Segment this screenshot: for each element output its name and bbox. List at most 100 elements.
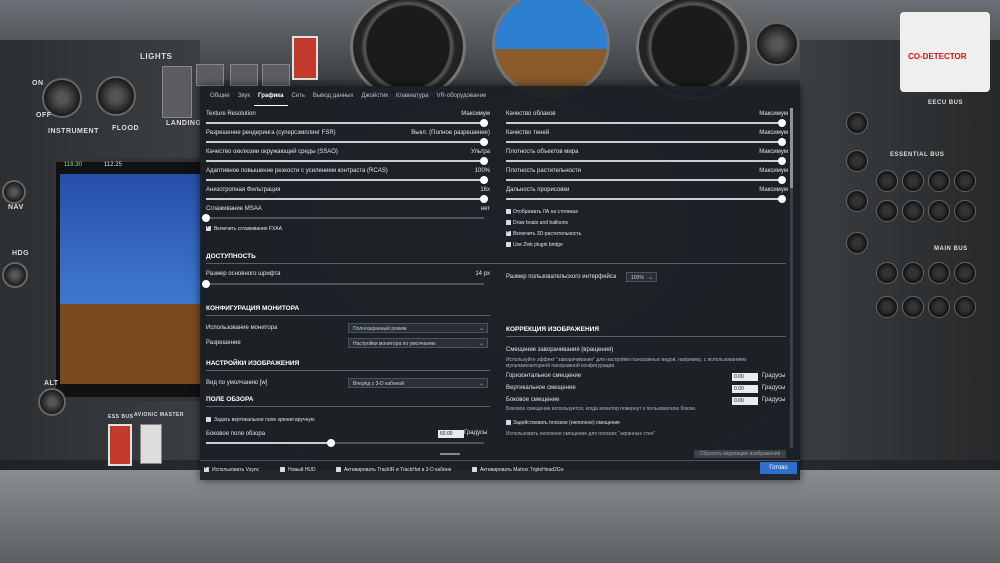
flood-light-knob[interactable] <box>96 76 136 116</box>
slider-thumb[interactable] <box>480 195 488 203</box>
resolution-select[interactable]: Настройки монитора по умолчанию ⌄ <box>348 338 488 348</box>
settings-scrollbar[interactable] <box>790 108 793 448</box>
com-knob[interactable] <box>846 112 868 134</box>
breaker-5[interactable] <box>876 200 898 222</box>
breaker-16[interactable] <box>954 296 976 318</box>
tab-keyboard[interactable]: Клавиатура <box>392 86 433 106</box>
trackir-checkbox[interactable] <box>336 467 341 472</box>
font-size-slider[interactable] <box>202 280 484 288</box>
nav-knob[interactable] <box>2 180 26 204</box>
default-view-select[interactable]: Вперёд с 3-D кабиной ⌄ <box>348 378 488 388</box>
slider-thumb[interactable] <box>778 195 786 203</box>
slider-label: Разрешение рендеринга (суперсэмплинг FSR… <box>206 130 336 136</box>
manual-vfov-checkbox[interactable] <box>206 417 211 422</box>
scrollbar-thumb[interactable] <box>790 108 793 188</box>
anisotropic-slider[interactable] <box>206 195 488 203</box>
right-panel-knob[interactable] <box>755 22 799 66</box>
breaker-7[interactable] <box>928 200 950 222</box>
shadow-quality-slider[interactable] <box>506 138 786 146</box>
altimeter-gauge <box>636 0 750 100</box>
hdg-knob[interactable] <box>2 262 28 288</box>
landing-light-switch[interactable] <box>162 66 192 118</box>
pan-knob[interactable] <box>846 232 868 254</box>
monitor-usage-select[interactable]: Полноэкранный режим ⌄ <box>348 323 488 333</box>
fxaa-checkbox[interactable] <box>206 223 211 231</box>
matrox-checkbox[interactable] <box>472 467 477 472</box>
ui-scale-select[interactable]: 100% ⌄ <box>626 272 657 282</box>
breaker-13[interactable] <box>876 296 898 318</box>
alt-knob[interactable] <box>38 388 66 416</box>
avionic-master-switch[interactable] <box>140 424 162 464</box>
horizontal-offset-input[interactable]: 0.00 <box>732 373 758 381</box>
breaker-11[interactable] <box>928 262 950 284</box>
ssao-slider[interactable] <box>206 157 488 165</box>
breaker-10[interactable] <box>902 262 924 284</box>
breaker-9[interactable] <box>876 262 898 284</box>
image-settings-heading: НАСТРОЙКИ ИЗОБРАЖЕНИЯ <box>206 360 300 367</box>
tab-graphics[interactable]: Графика <box>254 86 288 106</box>
texture-resolution-slider[interactable] <box>206 119 488 127</box>
world-objects-slider[interactable] <box>506 157 786 165</box>
light-switch-4[interactable] <box>262 64 290 86</box>
breaker-6[interactable] <box>902 200 924 222</box>
tab-joystick[interactable]: Джойстик <box>357 86 392 106</box>
draw-distance-slider[interactable] <box>506 195 786 203</box>
breaker-12[interactable] <box>954 262 976 284</box>
done-button[interactable]: Готово <box>760 462 797 474</box>
msaa-slider[interactable] <box>202 214 484 222</box>
parked-aircraft-checkbox[interactable] <box>506 209 511 214</box>
slider-thumb[interactable] <box>202 214 210 222</box>
3d-vegetation-checkbox[interactable] <box>506 228 511 236</box>
side-fov-slider[interactable] <box>206 439 484 447</box>
new-hud-checkbox[interactable] <box>280 467 285 472</box>
slider-thumb[interactable] <box>327 439 336 447</box>
slider-thumb[interactable] <box>778 157 786 165</box>
ui-scale-value: 100% <box>631 275 644 281</box>
flat-offset-checkbox[interactable] <box>506 420 511 425</box>
slider-value: Выкл. (Полное разрешение) <box>411 130 490 136</box>
slider-thumb[interactable] <box>778 138 786 146</box>
slider-thumb[interactable] <box>480 138 488 146</box>
on-label: ON <box>32 80 44 87</box>
vertical-offset-input[interactable]: 0.00 <box>732 385 758 393</box>
breaker-8[interactable] <box>954 200 976 222</box>
rotation-offset-title: Смещение заворачивания (вращения) <box>506 347 614 353</box>
reset-correction-button[interactable]: Сбросить коррекцию изображения <box>694 450 786 458</box>
breaker-1[interactable] <box>876 170 898 192</box>
render-resolution-slider[interactable] <box>206 138 488 146</box>
slider-thumb[interactable] <box>480 119 488 127</box>
slider-thumb[interactable] <box>778 176 786 184</box>
breaker-3[interactable] <box>928 170 950 192</box>
slider-fill <box>506 160 782 162</box>
crs-baro-knob[interactable] <box>846 150 868 172</box>
breaker-14[interactable] <box>902 296 924 318</box>
lateral-offset-input[interactable]: 0.00 <box>732 397 758 405</box>
slider-thumb[interactable] <box>480 157 488 165</box>
light-switch-3[interactable] <box>230 64 258 86</box>
breaker-15[interactable] <box>928 296 950 318</box>
vsync-checkbox[interactable] <box>204 464 209 472</box>
ui-scale-label: Размер пользовательского интерфейса <box>506 274 617 280</box>
resize-handle[interactable] <box>440 453 460 455</box>
horizon-button[interactable] <box>292 36 318 80</box>
rcas-slider[interactable] <box>206 176 488 184</box>
ess-bus-switch[interactable] <box>108 424 132 466</box>
slider-thumb[interactable] <box>778 119 786 127</box>
range-knob[interactable] <box>846 190 868 212</box>
boats-balloons-checkbox[interactable] <box>506 220 511 225</box>
side-fov-input[interactable]: 60.00 <box>438 430 464 438</box>
tab-network[interactable]: Сеть <box>288 86 309 106</box>
tab-vr-hardware[interactable]: VR-оборудование <box>432 86 490 106</box>
tab-sound[interactable]: Звук <box>234 86 254 106</box>
breaker-2[interactable] <box>902 170 924 192</box>
tab-data-output[interactable]: Вывод данных <box>309 86 358 106</box>
zink-bridge-checkbox[interactable] <box>506 242 511 247</box>
breaker-4[interactable] <box>954 170 976 192</box>
tab-general[interactable]: Общие <box>206 86 234 106</box>
cloud-quality-slider[interactable] <box>506 119 786 127</box>
ess-bus-label: ESS BUS <box>108 414 134 420</box>
slider-thumb[interactable] <box>202 280 210 288</box>
light-switch-2[interactable] <box>196 64 224 86</box>
slider-thumb[interactable] <box>480 176 488 184</box>
vegetation-density-slider[interactable] <box>506 176 786 184</box>
